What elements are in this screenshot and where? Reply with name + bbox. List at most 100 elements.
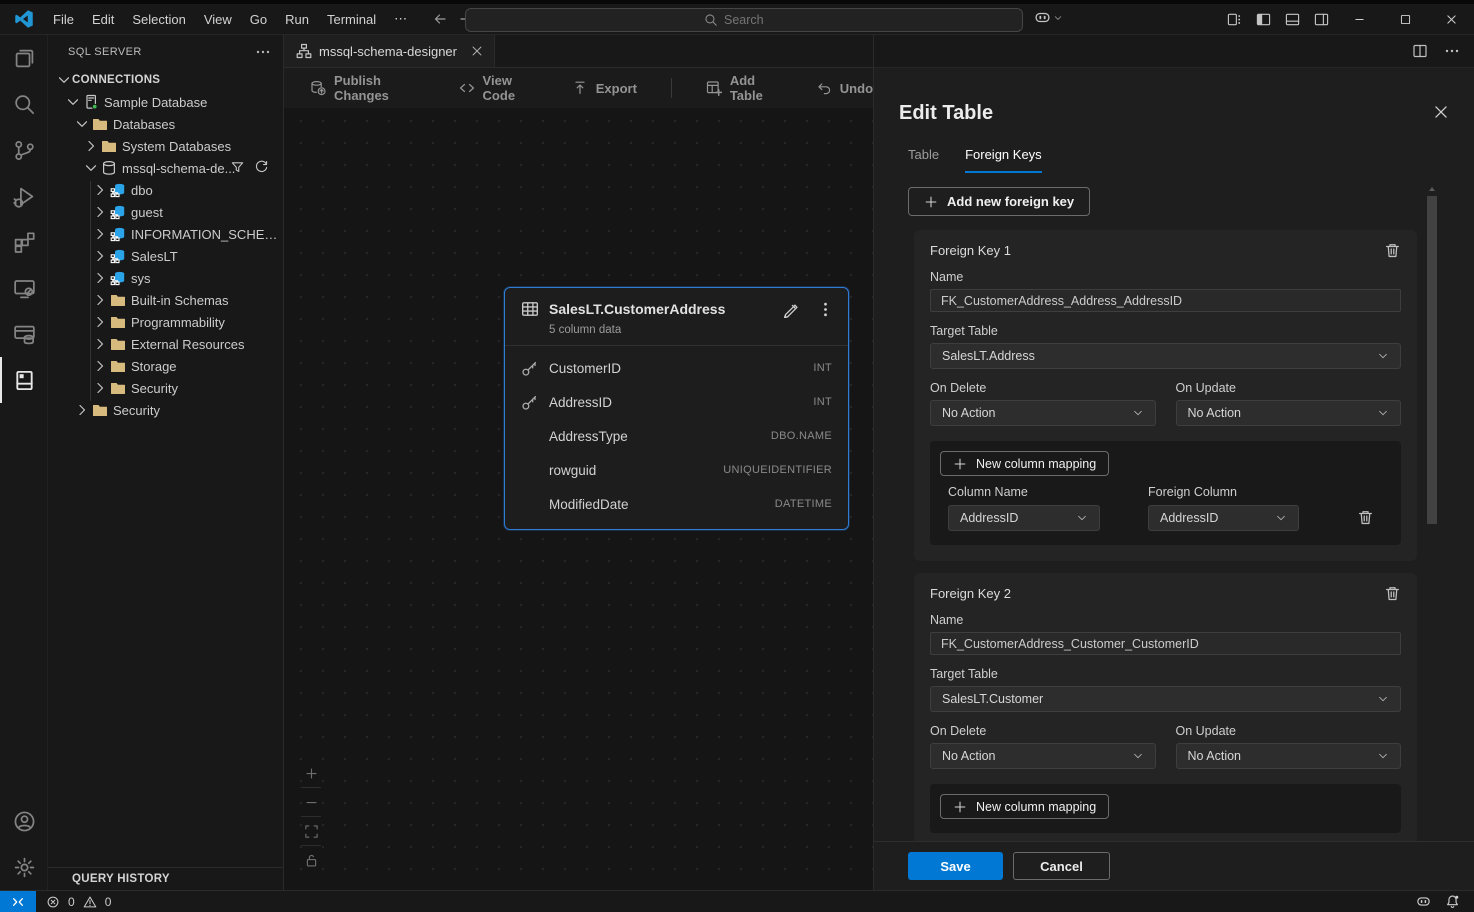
delete-foreign-key-icon[interactable] [1384, 585, 1401, 602]
tree-item-external-resources[interactable]: External Resources [48, 333, 283, 355]
tree-item-programmability[interactable]: Programmability [48, 311, 283, 333]
zoom-in-button[interactable] [300, 761, 322, 785]
menu-[interactable]: ⋯ [385, 7, 416, 31]
tab-close-icon[interactable] [470, 44, 484, 58]
column-row-addressid[interactable]: AddressIDINT [505, 385, 848, 419]
menu-run[interactable]: Run [276, 8, 318, 31]
split-editor-icon[interactable] [1412, 43, 1428, 59]
close-button[interactable] [1428, 4, 1474, 35]
menu-view[interactable]: View [195, 8, 241, 31]
activity-source-control[interactable] [0, 127, 48, 173]
on-delete-dropdown[interactable]: No Action [930, 400, 1156, 426]
toolbar-undo-button[interactable]: Undo [816, 80, 873, 96]
tree-item-sys[interactable]: sys [48, 267, 283, 289]
column-row-rowguid[interactable]: rowguidUNIQUEIDENTIFIER [505, 453, 848, 487]
toolbar-add-table-button[interactable]: Add Table [706, 73, 782, 103]
zoom-out-button[interactable] [300, 790, 322, 814]
new-column-mapping-button[interactable]: New column mapping [940, 794, 1109, 819]
panel-scrollbar[interactable] [1426, 185, 1438, 841]
command-search-box[interactable] [465, 8, 1023, 32]
activity-settings[interactable] [0, 844, 48, 890]
delete-mapping-icon[interactable] [1357, 509, 1374, 526]
problems-indicator[interactable]: 0 0 [46, 895, 115, 909]
schema-designer-canvas[interactable]: SalesLT.CustomerAddress 5 column data Cu… [284, 108, 873, 890]
toolbar-export-button[interactable]: Export [572, 80, 637, 96]
tree-item-databases[interactable]: Databases [48, 113, 283, 135]
tree-item-dbo[interactable]: dbo [48, 179, 283, 201]
tree-item-sample-database[interactable]: Sample Database [48, 91, 283, 113]
panel-close-icon[interactable] [1432, 103, 1450, 121]
scroll-up-arrow-icon[interactable] [1428, 185, 1436, 193]
filter-icon[interactable] [230, 160, 245, 175]
section-connections[interactable]: CONNECTIONS [48, 69, 283, 91]
menu-terminal[interactable]: Terminal [318, 8, 385, 31]
on-delete-dropdown[interactable]: No Action [930, 743, 1156, 769]
kebab-menu-icon[interactable] [817, 301, 834, 318]
maximize-button[interactable] [1382, 4, 1428, 35]
refresh-icon[interactable] [254, 160, 269, 175]
toggle-sidebar-left-button[interactable] [1249, 4, 1278, 35]
activity-remote-explorer[interactable] [0, 265, 48, 311]
tree-item-guest[interactable]: guest [48, 201, 283, 223]
tree-item-storage[interactable]: Storage [48, 355, 283, 377]
on-update-dropdown[interactable]: No Action [1176, 743, 1402, 769]
activity-run-debug[interactable] [0, 173, 48, 219]
cancel-button[interactable]: Cancel [1013, 852, 1110, 880]
toolbar-view-code-button[interactable]: View Code [459, 73, 538, 103]
fk-name-input[interactable]: FK_CustomerAddress_Customer_CustomerID [930, 632, 1401, 655]
column-row-addresstype[interactable]: AddressTypeDBO.NAME [505, 419, 848, 453]
back-arrow-icon[interactable] [432, 11, 448, 27]
copilot-menu-button[interactable] [1034, 9, 1063, 26]
activity-database-explorer[interactable] [0, 311, 48, 357]
tree-item-information-schema[interactable]: INFORMATION_SCHEMA [48, 223, 283, 245]
tree-item-built-in-schemas[interactable]: Built-in Schemas [48, 289, 283, 311]
sidebar-more-actions-icon[interactable] [255, 44, 271, 60]
new-column-mapping-button[interactable]: New column mapping [940, 451, 1109, 476]
notifications-bell-icon[interactable] [1445, 894, 1460, 909]
activity-explorer[interactable] [0, 35, 48, 81]
tree-item-security[interactable]: Security [48, 377, 283, 399]
copilot-status-icon[interactable] [1416, 894, 1431, 909]
activity-search[interactable] [0, 81, 48, 127]
activity-account[interactable] [0, 798, 48, 844]
activity-extensions[interactable] [0, 219, 48, 265]
target-table-dropdown[interactable]: SalesLT.Address [930, 343, 1401, 369]
on-update-dropdown[interactable]: No Action [1176, 400, 1402, 426]
add-foreign-key-button[interactable]: Add new foreign key [908, 187, 1090, 216]
panel-tab-table[interactable]: Table [908, 147, 939, 173]
activity-sql-server[interactable] [0, 357, 48, 403]
search-input[interactable] [724, 13, 784, 27]
panel-tab-foreign-keys[interactable]: Foreign Keys [965, 147, 1042, 173]
fk-name-input[interactable]: FK_CustomerAddress_Address_AddressID [930, 289, 1401, 312]
menu-edit[interactable]: Edit [83, 8, 123, 31]
toggle-layout-grid-button[interactable] [1220, 4, 1249, 35]
delete-foreign-key-icon[interactable] [1384, 242, 1401, 259]
foreign-column-dropdown[interactable]: AddressID [1148, 505, 1299, 531]
tree-item-security[interactable]: Security [48, 399, 283, 421]
tab-mssql-schema-designer[interactable]: mssql-schema-designer [284, 35, 495, 67]
target-table-dropdown[interactable]: SalesLT.Customer [930, 686, 1401, 712]
column-row-customerid[interactable]: CustomerIDINT [505, 351, 848, 385]
more-actions-icon[interactable] [1444, 43, 1460, 59]
save-button[interactable]: Save [908, 852, 1003, 880]
minimize-button[interactable] [1336, 4, 1382, 35]
edit-pencil-icon[interactable] [782, 301, 799, 318]
column-row-modifieddate[interactable]: ModifiedDateDATETIME [505, 487, 848, 521]
scrollbar-thumb[interactable] [1427, 196, 1437, 524]
section-query-history[interactable]: QUERY HISTORY [48, 867, 283, 890]
tree-item-mssql-schema-de[interactable]: mssql-schema-de... [48, 157, 283, 179]
schema-icon [110, 182, 126, 198]
fit-view-button[interactable] [300, 819, 322, 843]
menu-selection[interactable]: Selection [123, 8, 194, 31]
table-card-customeraddress[interactable]: SalesLT.CustomerAddress 5 column data Cu… [504, 287, 849, 530]
menu-file[interactable]: File [44, 8, 83, 31]
remote-indicator[interactable] [0, 891, 36, 912]
tree-item-system-databases[interactable]: System Databases [48, 135, 283, 157]
lock-button[interactable] [300, 848, 322, 872]
toolbar-publish-changes-button[interactable]: Publish Changes [310, 73, 425, 103]
tree-item-saleslt[interactable]: SalesLT [48, 245, 283, 267]
toggle-panel-bottom-button[interactable] [1278, 4, 1307, 35]
toggle-sidebar-right-button[interactable] [1307, 4, 1336, 35]
menu-go[interactable]: Go [241, 8, 276, 31]
column-name-dropdown[interactable]: AddressID [948, 505, 1100, 531]
